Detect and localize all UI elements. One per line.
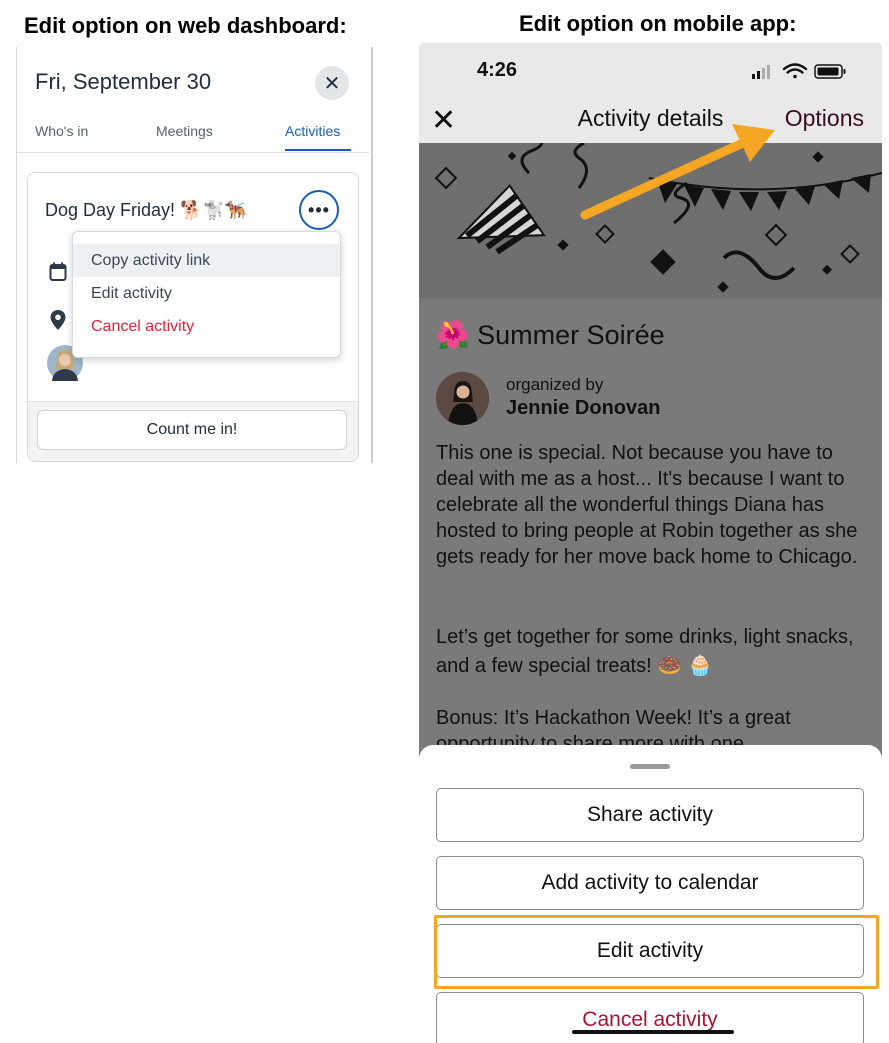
activity-title: Dog Day Friday! 🐕🐩🐕‍🦺 <box>45 200 248 220</box>
sheet-drag-handle[interactable] <box>630 764 670 769</box>
web-dashboard-panel: Fri, September 30 ✕ Who's in Meetings Ac… <box>16 47 373 463</box>
status-icons <box>752 63 846 79</box>
close-icon: ✕ <box>323 72 341 95</box>
wifi-icon <box>782 63 808 79</box>
panel-divider <box>371 47 373 463</box>
organized-by-label: organized by <box>506 375 604 394</box>
card-footer: Count me in! <box>28 401 358 461</box>
annotation-arrow <box>580 124 775 220</box>
description-paragraph: This one is special. Not because you hav… <box>436 442 858 568</box>
menu-item-copy-link[interactable]: Copy activity link <box>73 244 340 277</box>
description-paragraph: Let’s get together for some drinks, ligh… <box>436 626 854 677</box>
organizer-avatar <box>436 372 489 425</box>
organizer-name: Jennie Donovan <box>506 397 661 419</box>
location-pin-icon <box>50 310 66 330</box>
mobile-caption: Edit option on mobile app: <box>519 11 797 36</box>
cancel-activity-button[interactable]: Cancel activity <box>436 992 864 1043</box>
tab-meetings[interactable]: Meetings <box>156 123 213 139</box>
focus-underline <box>572 1030 734 1034</box>
more-options-button[interactable]: ••• <box>299 190 339 230</box>
options-bottom-sheet: Share activity Add activity to calendar … <box>419 745 882 1043</box>
date-heading: Fri, September 30 <box>35 69 212 94</box>
calendar-icon <box>49 262 67 281</box>
menu-item-edit-activity[interactable]: Edit activity <box>73 277 340 310</box>
close-button[interactable]: ✕ <box>315 66 349 100</box>
add-to-calendar-button[interactable]: Add activity to calendar <box>436 856 864 910</box>
ellipsis-icon: ••• <box>308 199 330 220</box>
web-caption: Edit option on web dashboard: <box>24 13 347 38</box>
activity-title: 🌺 Summer Soirée <box>436 320 665 350</box>
share-activity-button[interactable]: Share activity <box>436 788 864 842</box>
edit-activity-highlight <box>434 915 879 989</box>
options-button[interactable]: Options <box>785 105 864 132</box>
count-me-in-button[interactable]: Count me in! <box>37 410 347 450</box>
menu-item-cancel-activity[interactable]: Cancel activity <box>73 310 340 343</box>
tab-divider <box>17 152 369 153</box>
tab-whos-in[interactable]: Who's in <box>35 123 88 139</box>
battery-icon <box>814 64 846 79</box>
signal-icon <box>752 65 770 79</box>
active-tab-indicator <box>285 149 351 151</box>
activity-options-menu: Copy activity link Edit activity Cancel … <box>72 231 341 358</box>
tab-activities[interactable]: Activities <box>285 123 340 139</box>
status-time: 4:26 <box>477 59 518 81</box>
